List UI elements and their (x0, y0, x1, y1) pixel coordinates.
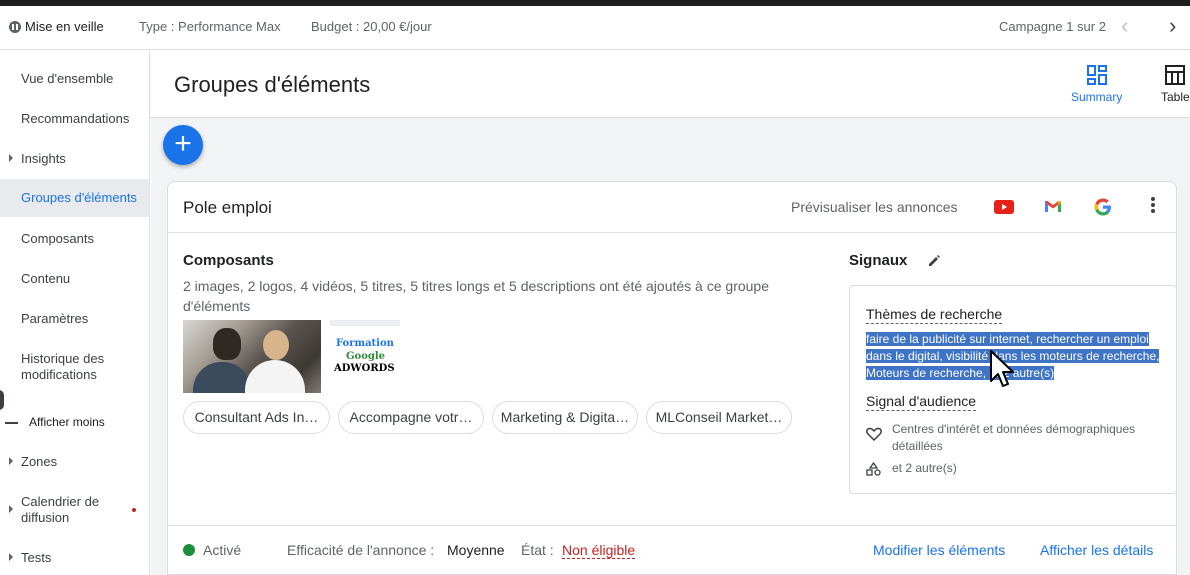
sidebar-item-tests[interactable]: Tests (0, 543, 149, 571)
asset-group-title: Pole emploi (183, 198, 272, 217)
sidebar-item-insights[interactable]: Insights (0, 145, 149, 173)
logo-thumbnail[interactable]: Formation Google ADWORDS (330, 320, 400, 393)
signals-panel: Thèmes de recherche faire de la publicit… (849, 285, 1177, 494)
page-title: Groupes d'éléments (174, 72, 371, 97)
google-icon[interactable] (1094, 198, 1112, 216)
video-chip[interactable]: Accompagne votr… (338, 401, 484, 434)
logo-text-line: Formation (336, 338, 394, 349)
show-less-toggle[interactable]: Afficher moins (29, 415, 105, 429)
sidebar-item-ad-schedule[interactable]: Calendrier de diffusion (0, 487, 149, 531)
pause-icon (9, 21, 21, 33)
video-chip[interactable]: Marketing & Digita… (492, 401, 638, 434)
sidebar-item-locations[interactable]: Zones (0, 447, 149, 475)
logo-text-line: ADWORDS (334, 363, 395, 374)
notification-dot (132, 508, 136, 512)
signals-title: Signaux (849, 252, 908, 269)
scroll-handle[interactable] (0, 390, 4, 410)
sidebar-item-settings[interactable]: Paramètres (0, 305, 149, 333)
search-themes-link[interactable]: Thèmes de recherche (866, 306, 1003, 324)
card-footer-divider (168, 525, 1176, 526)
components-description: 2 images, 2 logos, 4 vidéos, 5 titres, 5… (183, 278, 770, 314)
preview-ads-label[interactable]: Prévisualiser les annonces (791, 199, 958, 215)
components-title: Composants (183, 252, 274, 269)
image-thumbnail[interactable] (183, 320, 321, 393)
sidebar: Vue d'ensemble Recommandations Insights … (0, 51, 150, 575)
campaign-status[interactable]: Mise en veille (25, 19, 104, 34)
state-label: État : (521, 542, 554, 558)
campaign-budget: Budget : 20,00 €/jour (311, 19, 432, 34)
expand-caret-icon (9, 457, 13, 465)
edit-assets-link[interactable]: Modifier les éléments (873, 542, 1005, 558)
view-table-button[interactable]: Table (1161, 65, 1190, 104)
campaign-pager: Campagne 1 sur 2 (999, 19, 1106, 34)
expand-caret-icon (9, 553, 13, 561)
chevron-left-icon[interactable]: ‹ (1121, 15, 1128, 37)
status-label: Activé (203, 542, 242, 558)
ad-strength-value: Moyenne (447, 542, 505, 558)
main-content: + Pole emploi Prévisualiser les annonces… (151, 118, 1190, 575)
view-details-link[interactable]: Afficher les détails (1040, 542, 1153, 558)
more-options-icon[interactable] (1150, 196, 1156, 216)
chevron-right-icon[interactable]: › (1169, 15, 1176, 37)
asset-group-card: Pole emploi Prévisualiser les annonces C… (167, 181, 1177, 575)
video-chip[interactable]: MLConseil Market… (646, 401, 792, 434)
mouse-cursor-icon (990, 350, 1014, 387)
audience-signal-link[interactable]: Signal d'audience (866, 393, 977, 411)
view-summary-button[interactable]: Summary (1071, 65, 1122, 104)
edit-pencil-icon[interactable] (927, 253, 942, 268)
state-value[interactable]: Non éligible (562, 542, 636, 559)
status-active-dot (183, 544, 195, 556)
ad-strength-label: Efficacité de l'annonce : (287, 542, 435, 558)
add-asset-group-button[interactable]: + (163, 125, 203, 165)
sidebar-item-asset-groups[interactable]: Groupes d'éléments (0, 179, 149, 217)
expand-caret-icon (9, 154, 13, 162)
shapes-icon (866, 462, 881, 476)
sidebar-item-components[interactable]: Composants (0, 225, 149, 253)
sidebar-item-change-history[interactable]: Historique des modifications (0, 345, 149, 385)
video-chip[interactable]: Consultant Ads In… (183, 401, 330, 434)
campaign-type: Type : Performance Max (139, 19, 281, 34)
minus-icon (5, 422, 18, 424)
sidebar-item-recommendations[interactable]: Recommandations (0, 105, 149, 133)
card-divider (168, 232, 1176, 233)
page-header: Groupes d'éléments Summary Table (151, 51, 1190, 118)
logo-text-line: Google (346, 351, 386, 362)
youtube-icon[interactable] (994, 200, 1014, 214)
campaign-topbar: Mise en veille Type : Performance Max Bu… (0, 6, 1190, 50)
heart-icon (866, 427, 882, 441)
sidebar-item-content[interactable]: Contenu (0, 265, 149, 293)
dashboard-icon (1086, 65, 1107, 85)
table-icon (1165, 65, 1186, 85)
expand-caret-icon (9, 505, 13, 513)
sidebar-item-overview[interactable]: Vue d'ensemble (0, 51, 149, 105)
gmail-icon[interactable] (1044, 199, 1062, 213)
